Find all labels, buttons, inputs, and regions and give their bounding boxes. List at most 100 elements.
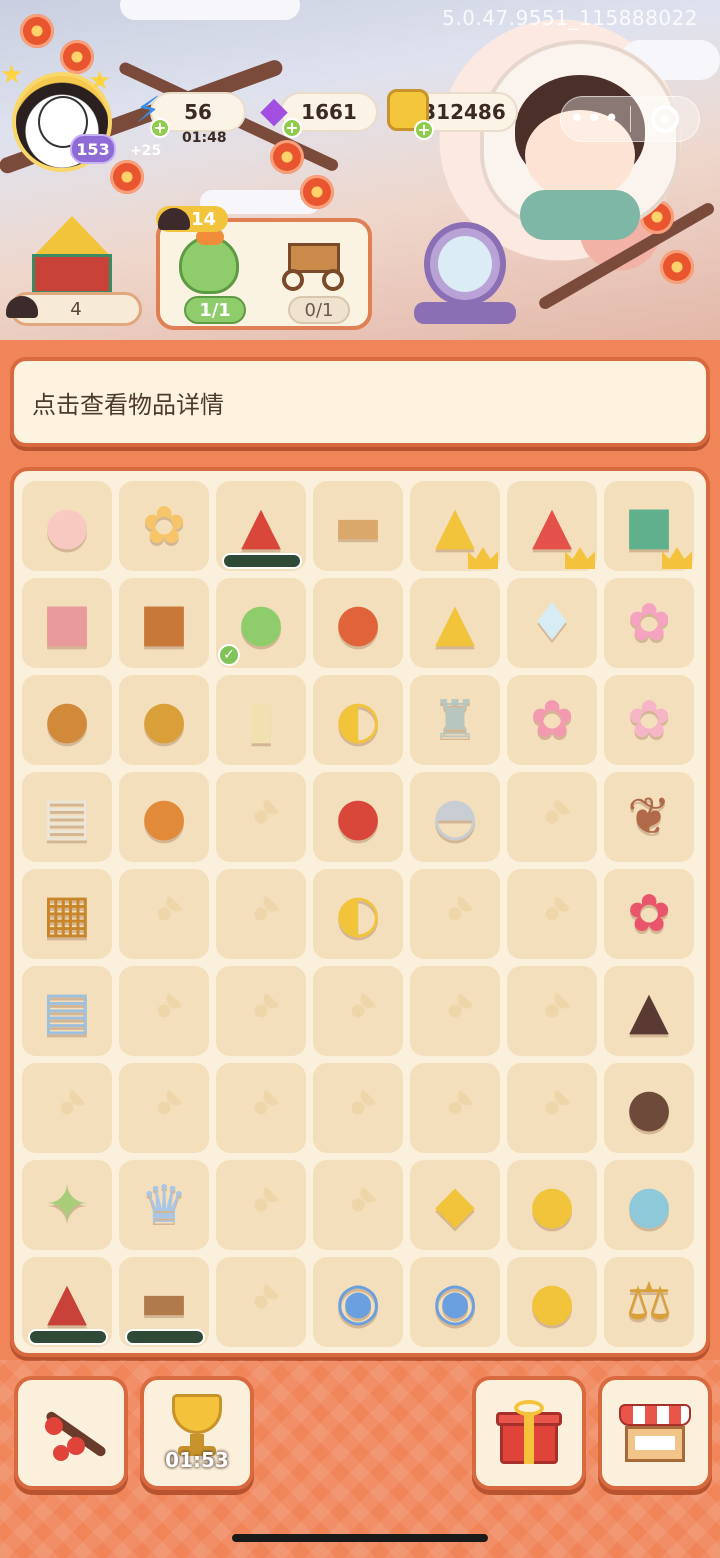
- board-cell-folding-fan[interactable]: ◐: [313, 869, 403, 959]
- board-cell-gold-coins-2[interactable]: ●: [507, 1160, 597, 1250]
- board-cell-silver-crown[interactable]: ♛: [119, 1160, 209, 1250]
- board-cell-palace-gate[interactable]: ▲: [507, 481, 597, 571]
- board-cell-jade-tag[interactable]: ▮: [216, 675, 306, 765]
- board-cell-empty: [507, 772, 597, 862]
- house-building[interactable]: [14, 208, 126, 298]
- board-cell-fan[interactable]: ◐: [313, 675, 403, 765]
- order-item-pouch: [166, 229, 252, 300]
- board-cell-study-desk[interactable]: ▬: [119, 1257, 209, 1347]
- palace-gate-icon: ▲: [532, 496, 572, 556]
- mirror-building[interactable]: [408, 222, 522, 326]
- add-gems-button[interactable]: +: [282, 118, 302, 138]
- board-cell-red-hall[interactable]: ▲: [22, 1257, 112, 1347]
- close-button[interactable]: [631, 105, 700, 133]
- herb-bowl-icon: ●: [626, 1175, 672, 1235]
- board-cell-red-palanquin[interactable]: ▲: [216, 481, 306, 571]
- low-table-icon: ▬: [333, 496, 383, 556]
- board-cell-vase[interactable]: ♦: [507, 578, 597, 668]
- order-card[interactable]: 1/1 0/1: [156, 218, 372, 330]
- board-cell-bell[interactable]: ◓: [410, 772, 500, 862]
- board-cell-empty: [119, 1063, 209, 1153]
- mirror-base: [414, 302, 516, 324]
- green-pouch-icon: ●: [238, 593, 284, 653]
- character-girl[interactable]: [480, 40, 680, 250]
- board-cell-lantern[interactable]: ♜: [410, 675, 500, 765]
- board-cell-lute[interactable]: ●: [313, 578, 403, 668]
- jade-tag-icon: ▮: [246, 690, 276, 750]
- build-progress-bar: [28, 1329, 108, 1345]
- board-cell-empty: [313, 1063, 403, 1153]
- board-cell-empty: [216, 1160, 306, 1250]
- board-cell-balance-scale[interactable]: ⚖: [604, 1257, 694, 1347]
- board-cell-plum-branch[interactable]: ✿: [604, 675, 694, 765]
- board-cell-paper-scroll[interactable]: ▤: [22, 772, 112, 862]
- version-text: 5.0.47.9551_115888022: [442, 6, 698, 30]
- board-cell-gourd-cup[interactable]: ●: [119, 772, 209, 862]
- plum-branch-icon: ✿: [627, 690, 671, 750]
- plum-branch-icon: [31, 1393, 111, 1473]
- study-desk-icon: ▬: [139, 1272, 189, 1332]
- board-cell-gold-roof[interactable]: ▲: [410, 578, 500, 668]
- red-hall-icon: ▲: [47, 1272, 87, 1332]
- board-cell-drum[interactable]: ●: [313, 772, 403, 862]
- board-cell-empty: [119, 869, 209, 959]
- board-cell-incense-burner[interactable]: ●: [119, 675, 209, 765]
- board-cell-empty: [507, 1063, 597, 1153]
- film-reels-icon: ◉: [335, 1272, 381, 1332]
- teapot-icon: ●: [44, 690, 90, 750]
- board-cell-film-reels[interactable]: ◉: [313, 1257, 403, 1347]
- board-cell-treasure-chest[interactable]: ■: [119, 578, 209, 668]
- order-item-cart: [270, 230, 356, 300]
- board-cell-film-box[interactable]: ◉: [410, 1257, 500, 1347]
- house-count-value: 4: [70, 298, 82, 320]
- house-body: [32, 254, 112, 294]
- player-avatar[interactable]: ★ ★ 153: [0, 60, 122, 182]
- board-cell-empty: [313, 1160, 403, 1250]
- board-cell-herb-bowl[interactable]: ●: [604, 1160, 694, 1250]
- board-cell-empty: [410, 869, 500, 959]
- incense-burner-icon: ●: [141, 690, 187, 750]
- peony-pot-icon: ✿: [627, 884, 671, 944]
- board-cell-bonsai-tree[interactable]: ✿: [604, 578, 694, 668]
- plum-branch-button[interactable]: [14, 1376, 128, 1490]
- red-palanquin-icon: ▲: [241, 496, 281, 556]
- board-cell-soil-pile[interactable]: ▲: [604, 966, 694, 1056]
- board-cell-teapot[interactable]: ●: [22, 675, 112, 765]
- board-cell-flower-pile[interactable]: ✿: [119, 481, 209, 571]
- shop-icon: [617, 1398, 693, 1468]
- board-cell-gold-coins-stack[interactable]: ●: [507, 1257, 597, 1347]
- board-cell-hairpins[interactable]: ✦: [22, 1160, 112, 1250]
- add-coins-button[interactable]: +: [414, 120, 434, 140]
- more-dots-icon[interactable]: •••: [561, 104, 630, 134]
- board-cell-girl-at-desk[interactable]: ●: [22, 481, 112, 571]
- home-indicator: [232, 1534, 488, 1542]
- board-cell-empty: [410, 966, 500, 1056]
- board-cell-purple-pouch[interactable]: ◆: [410, 1160, 500, 1250]
- star-icon: ★: [88, 66, 112, 96]
- folding-fan-icon: ◐: [335, 884, 381, 944]
- shop-button[interactable]: [598, 1376, 712, 1490]
- board-cell-pink-flower[interactable]: ✿: [507, 675, 597, 765]
- board-cell-empty: [410, 1063, 500, 1153]
- board-cell-game-board[interactable]: ▦: [22, 869, 112, 959]
- game-board-icon: ▦: [42, 884, 92, 944]
- board-cell-twig[interactable]: ❦: [604, 772, 694, 862]
- treasure-chest-icon: ■: [139, 593, 189, 653]
- board-cell-book-stack[interactable]: ▤: [22, 966, 112, 1056]
- check-icon: ✓: [218, 644, 240, 666]
- gift-button[interactable]: [472, 1376, 586, 1490]
- board-cell-gold-pavilion[interactable]: ▲: [410, 481, 500, 571]
- board-cell-empty: [313, 966, 403, 1056]
- board-cell-pink-cushion[interactable]: ■: [22, 578, 112, 668]
- board-cell-low-table[interactable]: ▬: [313, 481, 403, 571]
- balance-scale-icon: ⚖: [625, 1272, 673, 1332]
- add-energy-button[interactable]: +: [150, 118, 170, 138]
- trophy-button[interactable]: 01:53: [140, 1376, 254, 1490]
- trophy-timer: 01:53: [165, 1448, 229, 1472]
- board-cell-chestnut-bowl[interactable]: ●: [604, 1063, 694, 1153]
- board-cell-green-pouch[interactable]: ● ✓: [216, 578, 306, 668]
- gem-value: 1661: [301, 100, 357, 124]
- board-cell-peony-pot[interactable]: ✿: [604, 869, 694, 959]
- board-cell-green-shop[interactable]: ■: [604, 481, 694, 571]
- coin-value: 312486: [422, 100, 506, 124]
